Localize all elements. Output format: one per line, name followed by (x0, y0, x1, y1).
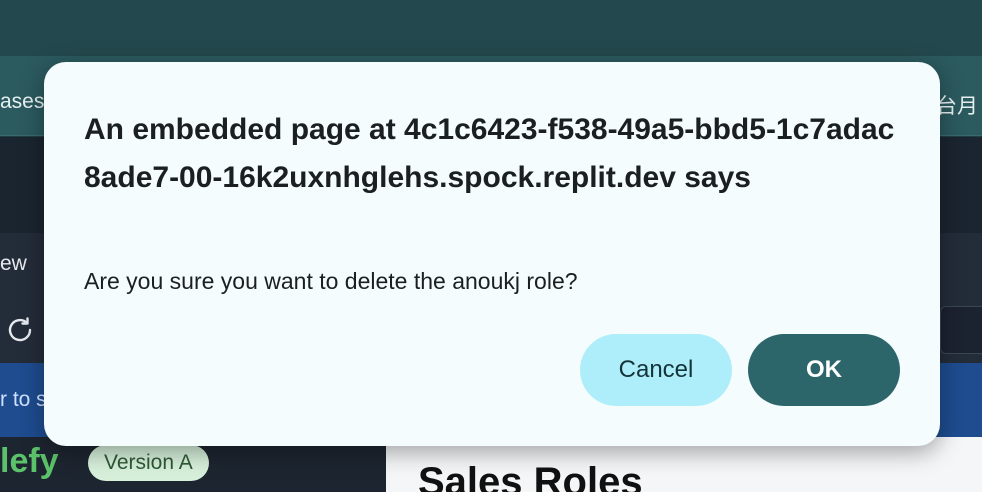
address-input[interactable] (940, 306, 982, 354)
dialog-message: Are you sure you want to delete the anou… (84, 268, 578, 294)
info-banner-text: r to s (0, 388, 47, 411)
app-logo-text: lefy (0, 442, 59, 480)
nav-tab-databases[interactable]: ases (0, 90, 44, 114)
subbar-label[interactable]: ew (0, 252, 27, 276)
nav-tab-right[interactable]: 台月 (936, 90, 978, 120)
ok-button[interactable]: OK (748, 334, 900, 406)
page-title: Sales Roles (418, 460, 643, 492)
refresh-icon[interactable] (4, 314, 36, 346)
confirm-dialog: An embedded page at 4c1c6423-f538-49a5-b… (44, 62, 940, 446)
cancel-button[interactable]: Cancel (580, 334, 732, 406)
app-top-bar (0, 0, 982, 56)
version-badge: Version A (88, 445, 209, 481)
dialog-title: An embedded page at 4c1c6423-f538-49a5-b… (84, 113, 895, 194)
